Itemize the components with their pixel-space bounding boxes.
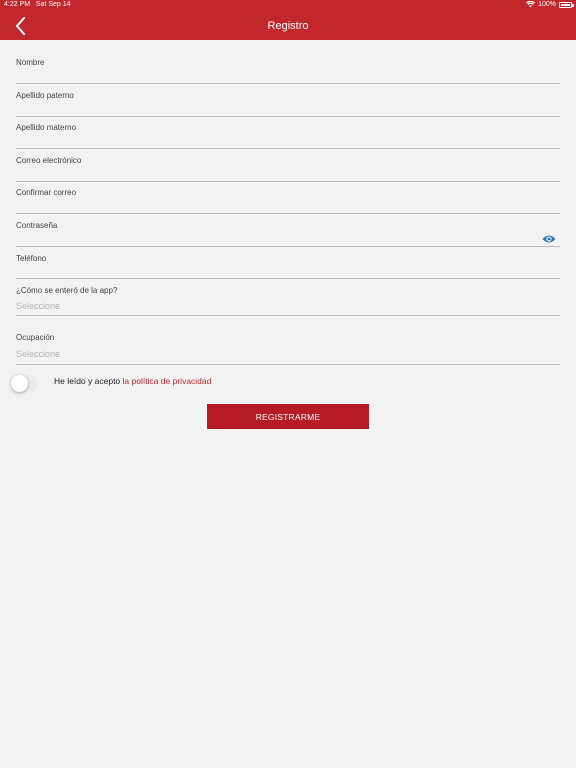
privacy-toggle[interactable] — [11, 375, 38, 392]
telefono-field[interactable]: Teléfono — [16, 250, 560, 279]
status-right: 100% — [526, 1, 574, 8]
contrasena-label: Contraseña — [16, 221, 58, 230]
page-title: Registro — [267, 20, 309, 32]
nombre-label: Nombre — [16, 58, 45, 67]
confirmar-correo-label: Confirmar correo — [16, 188, 77, 197]
status-bar: 4:22 PM Sat Sep 14 100% — [0, 0, 576, 11]
ocupacion-placeholder: Seleccione — [16, 349, 61, 359]
apellido-materno-label: Apellido materno — [16, 123, 77, 132]
apellido-materno-field[interactable]: Apellido materno — [16, 120, 560, 149]
eye-icon[interactable] — [542, 234, 556, 244]
telefono-label: Teléfono — [16, 254, 47, 263]
como-se-entero-select[interactable]: ¿Cómo se enteró de la app? Seleccione — [16, 283, 560, 316]
ocupacion-select[interactable]: Ocupación Seleccione — [16, 330, 560, 365]
battery-icon — [559, 1, 574, 8]
correo-label: Correo electrónico — [16, 156, 82, 165]
confirmar-correo-field[interactable]: Confirmar correo — [16, 185, 560, 214]
nombre-field[interactable]: Nombre — [16, 55, 560, 84]
como-se-entero-placeholder: Seleccione — [16, 301, 61, 311]
register-button[interactable]: REGISTRARME — [207, 404, 369, 429]
apellido-paterno-label: Apellido paterno — [16, 91, 74, 100]
terms-text: He leído y acepto la política de privaci… — [54, 376, 211, 386]
correo-field[interactable]: Correo electrónico — [16, 153, 560, 182]
toggle-knob — [11, 375, 28, 392]
nav-bar: Registro — [0, 11, 576, 40]
terms-prefix: He leído y acepto — [54, 376, 121, 386]
como-se-entero-label: ¿Cómo se enteró de la app? — [16, 286, 118, 295]
privacy-policy-link[interactable]: la política de privacidad — [123, 376, 212, 386]
battery-percent: 100% — [538, 1, 556, 8]
apellido-paterno-field[interactable]: Apellido paterno — [16, 88, 560, 117]
status-time: 4:22 PM Sat Sep 14 — [4, 1, 71, 8]
contrasena-field[interactable]: Contraseña — [16, 218, 560, 247]
wifi-icon — [526, 1, 536, 8]
ocupacion-label: Ocupación — [16, 333, 55, 342]
